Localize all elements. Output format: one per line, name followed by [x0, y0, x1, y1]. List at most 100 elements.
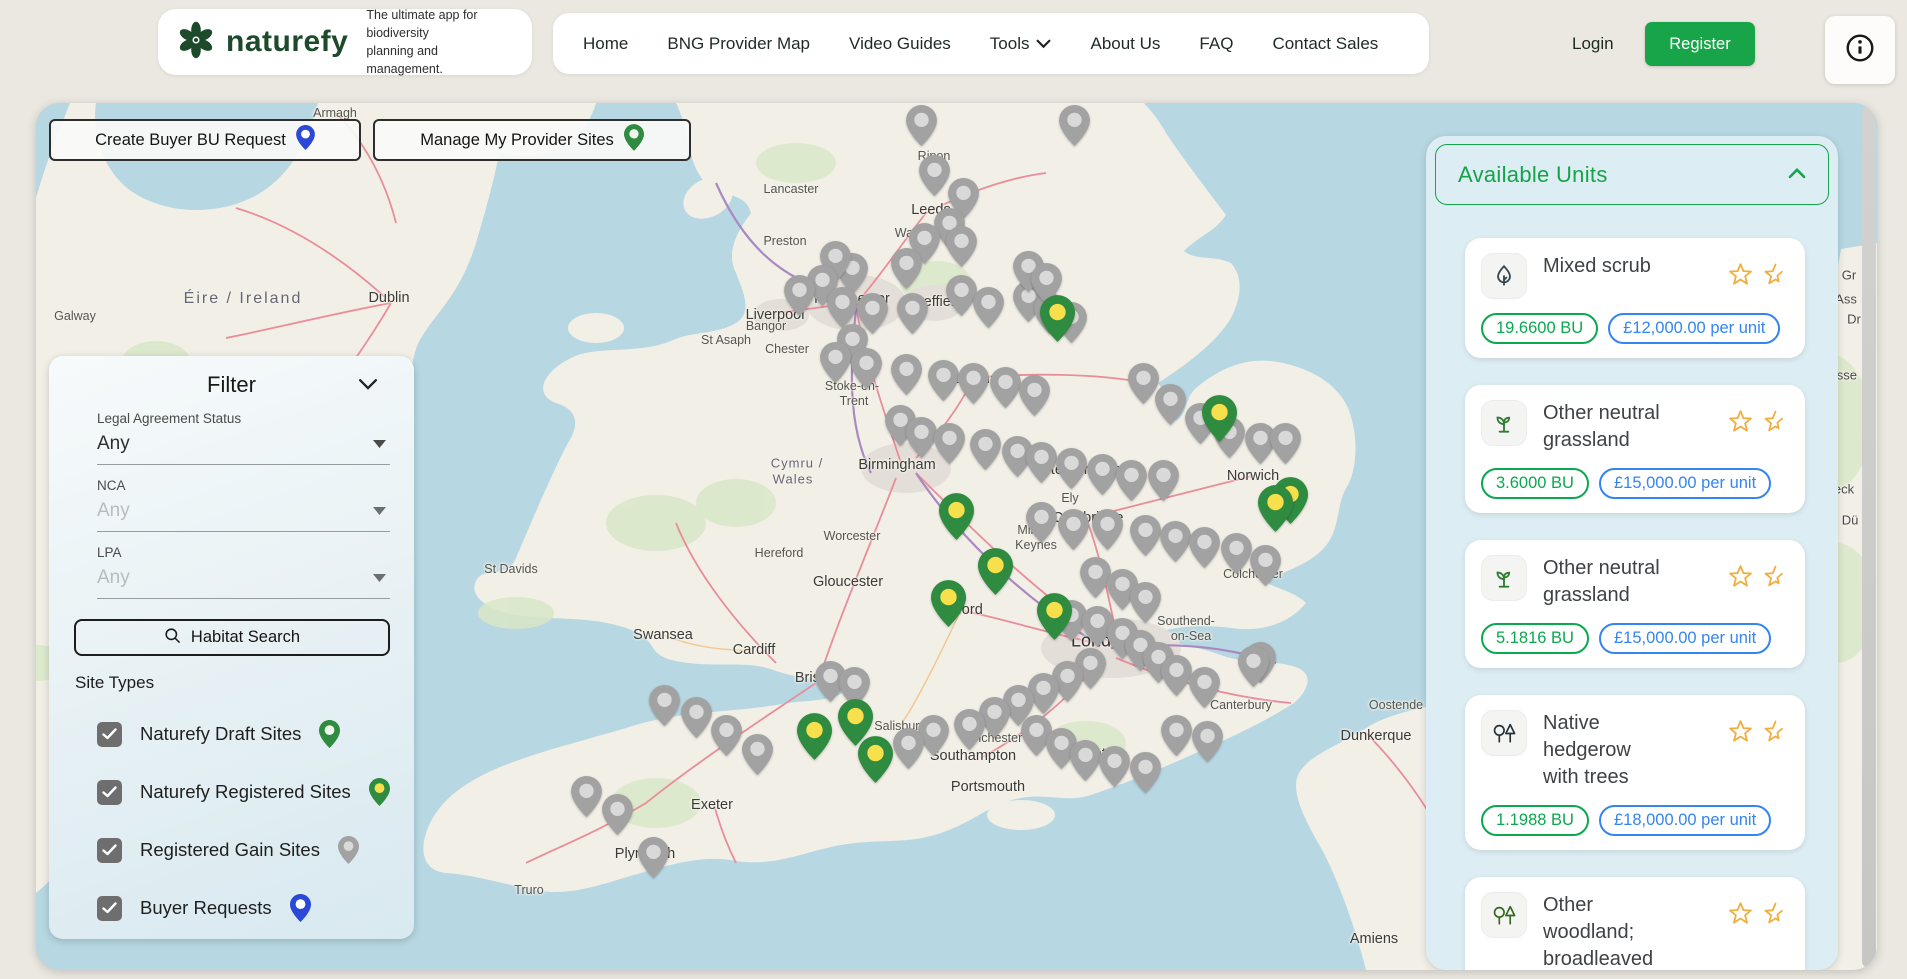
- map-pin-gain-site[interactable]: [1099, 746, 1130, 792]
- map-pin-gain-site[interactable]: [1026, 502, 1057, 548]
- map-pin-registered-site[interactable]: [939, 493, 974, 545]
- available-unit-card[interactable]: Other woodland; broadleaved6.2534 BU£18,…: [1465, 877, 1805, 970]
- nav-item-about-us[interactable]: About Us: [1090, 34, 1160, 54]
- map-pin-gain-site[interactable]: [970, 429, 1001, 475]
- site-type-row-naturefy-registered-sites[interactable]: Naturefy Registered Sites: [97, 775, 390, 809]
- checkbox-checked[interactable]: [97, 838, 122, 863]
- map-pin-gain-site[interactable]: [958, 363, 989, 409]
- map-pin-gain-site[interactable]: [851, 348, 882, 394]
- map-pin-gain-site[interactable]: [571, 776, 602, 822]
- map-pin-gain-site[interactable]: [919, 155, 950, 201]
- map-pin-gain-site[interactable]: [1059, 105, 1090, 151]
- register-button[interactable]: Register: [1645, 22, 1755, 66]
- map-pin-gain-site[interactable]: [990, 367, 1021, 413]
- logo-card[interactable]: naturefy The ultimate app for biodiversi…: [158, 9, 532, 75]
- map-pin-gain-site[interactable]: [1155, 384, 1186, 430]
- star-icon[interactable]: [1727, 261, 1754, 293]
- map-pin-registered-site[interactable]: [858, 736, 893, 788]
- map-pin-gain-site[interactable]: [1160, 521, 1191, 567]
- half-star-icon[interactable]: [1762, 261, 1789, 293]
- map-pin-gain-site[interactable]: [1116, 460, 1147, 506]
- map-pin-gain-site[interactable]: [1161, 715, 1192, 761]
- login-link[interactable]: Login: [1572, 0, 1614, 88]
- map-pin-gain-site[interactable]: [1087, 454, 1118, 500]
- filter-select-nca[interactable]: Any: [97, 493, 390, 532]
- map-pin-gain-site[interactable]: [602, 794, 633, 840]
- map-pin-gain-site[interactable]: [946, 226, 977, 272]
- map-pin-gain-site[interactable]: [1092, 509, 1123, 555]
- map-pin-gain-site[interactable]: [973, 287, 1004, 333]
- checkbox-checked[interactable]: [97, 896, 122, 921]
- star-icon[interactable]: [1727, 408, 1754, 440]
- map-pin-gain-site[interactable]: [1019, 375, 1050, 421]
- map-pin-gain-site[interactable]: [1270, 423, 1301, 469]
- map-pin-gain-site[interactable]: [1250, 545, 1281, 591]
- map-pin-gain-site[interactable]: [649, 685, 680, 731]
- nav-item-contact-sales[interactable]: Contact Sales: [1272, 34, 1378, 54]
- map-pin-gain-site[interactable]: [1148, 460, 1179, 506]
- available-unit-card[interactable]: Other neutral grassland5.1816 BU£15,000.…: [1465, 540, 1805, 668]
- available-unit-card[interactable]: Other neutral grassland3.6000 BU£15,000.…: [1465, 385, 1805, 513]
- map-pin-gain-site[interactable]: [1192, 721, 1223, 767]
- map-pin-registered-site[interactable]: [797, 713, 832, 765]
- map-pin-gain-site[interactable]: [711, 715, 742, 761]
- map-pin-gain-site[interactable]: [1238, 646, 1269, 692]
- half-star-icon[interactable]: [1762, 563, 1789, 595]
- available-unit-card[interactable]: Mixed scrub19.6600 BU£12,000.00 per unit: [1465, 238, 1805, 358]
- map-scrollbar[interactable]: [1862, 105, 1876, 968]
- map-pin-registered-site[interactable]: [978, 548, 1013, 600]
- nav-item-video-guides[interactable]: Video Guides: [849, 34, 951, 54]
- map-pin-gain-site[interactable]: [1058, 509, 1089, 555]
- site-type-row-naturefy-draft-sites[interactable]: Naturefy Draft Sites: [97, 717, 390, 751]
- map-pin-registered-site[interactable]: [1258, 485, 1293, 537]
- map-pin-gain-site[interactable]: [1130, 515, 1161, 561]
- nav-item-bng-provider-map[interactable]: BNG Provider Map: [667, 34, 810, 54]
- chevron-down-icon[interactable]: [358, 378, 378, 396]
- site-type-row-registered-gain-sites[interactable]: Registered Gain Sites: [97, 833, 390, 867]
- map-pin-registered-site[interactable]: [1040, 295, 1075, 347]
- nav-item-faq[interactable]: FAQ: [1199, 34, 1233, 54]
- star-icon[interactable]: [1727, 900, 1754, 932]
- map-pin-gain-site[interactable]: [1161, 655, 1192, 701]
- map-pin-gain-site[interactable]: [1130, 752, 1161, 798]
- map-pin-gain-site[interactable]: [638, 837, 669, 883]
- manage-provider-sites-button[interactable]: Manage My Provider Sites: [373, 119, 691, 161]
- map-pin-registered-site[interactable]: [931, 580, 966, 632]
- checkbox-checked[interactable]: [97, 722, 122, 747]
- star-icon[interactable]: [1727, 563, 1754, 595]
- map-pin-gain-site[interactable]: [1189, 527, 1220, 573]
- map-pin-registered-site[interactable]: [1202, 395, 1237, 447]
- half-star-icon[interactable]: [1762, 718, 1789, 750]
- map-pin-gain-site[interactable]: [906, 105, 937, 151]
- map-pin-gain-site[interactable]: [891, 354, 922, 400]
- map-pin-gain-site[interactable]: [928, 360, 959, 406]
- map-pin-gain-site[interactable]: [1070, 740, 1101, 786]
- map-pin-gain-site[interactable]: [954, 709, 985, 755]
- map-pin-gain-site[interactable]: [681, 697, 712, 743]
- available-unit-card[interactable]: Native hedgerow with trees1.1988 BU£18,0…: [1465, 695, 1805, 850]
- map-pin-gain-site[interactable]: [784, 275, 815, 321]
- filter-select-legal-agreement-status[interactable]: Any: [97, 426, 390, 465]
- site-type-row-buyer-requests[interactable]: Buyer Requests: [97, 891, 390, 925]
- map-pin-gain-site[interactable]: [742, 734, 773, 780]
- nav-item-tools[interactable]: Tools: [990, 34, 1052, 54]
- map-pin-gain-site[interactable]: [934, 423, 965, 469]
- map-pin-gain-site[interactable]: [820, 342, 851, 388]
- habitat-search-button[interactable]: Habitat Search: [74, 619, 390, 656]
- map-pin-gain-site[interactable]: [906, 417, 937, 463]
- create-buyer-bu-request-button[interactable]: Create Buyer BU Request: [49, 119, 361, 161]
- half-star-icon[interactable]: [1762, 408, 1789, 440]
- info-button[interactable]: [1825, 16, 1895, 84]
- nav-item-home[interactable]: Home: [583, 34, 628, 54]
- map-pin-gain-site[interactable]: [1189, 667, 1220, 713]
- map-pin-gain-site[interactable]: [891, 248, 922, 294]
- star-icon[interactable]: [1727, 718, 1754, 750]
- checkbox-checked[interactable]: [97, 780, 122, 805]
- available-units-header[interactable]: Available Units: [1435, 144, 1829, 205]
- map-pin-gain-site[interactable]: [1221, 533, 1252, 579]
- map-pin-gain-site[interactable]: [897, 293, 928, 339]
- map-pin-gain-site[interactable]: [1056, 448, 1087, 494]
- half-star-icon[interactable]: [1762, 900, 1789, 932]
- map-pin-registered-site[interactable]: [1037, 593, 1072, 645]
- filter-select-lpa[interactable]: Any: [97, 560, 390, 599]
